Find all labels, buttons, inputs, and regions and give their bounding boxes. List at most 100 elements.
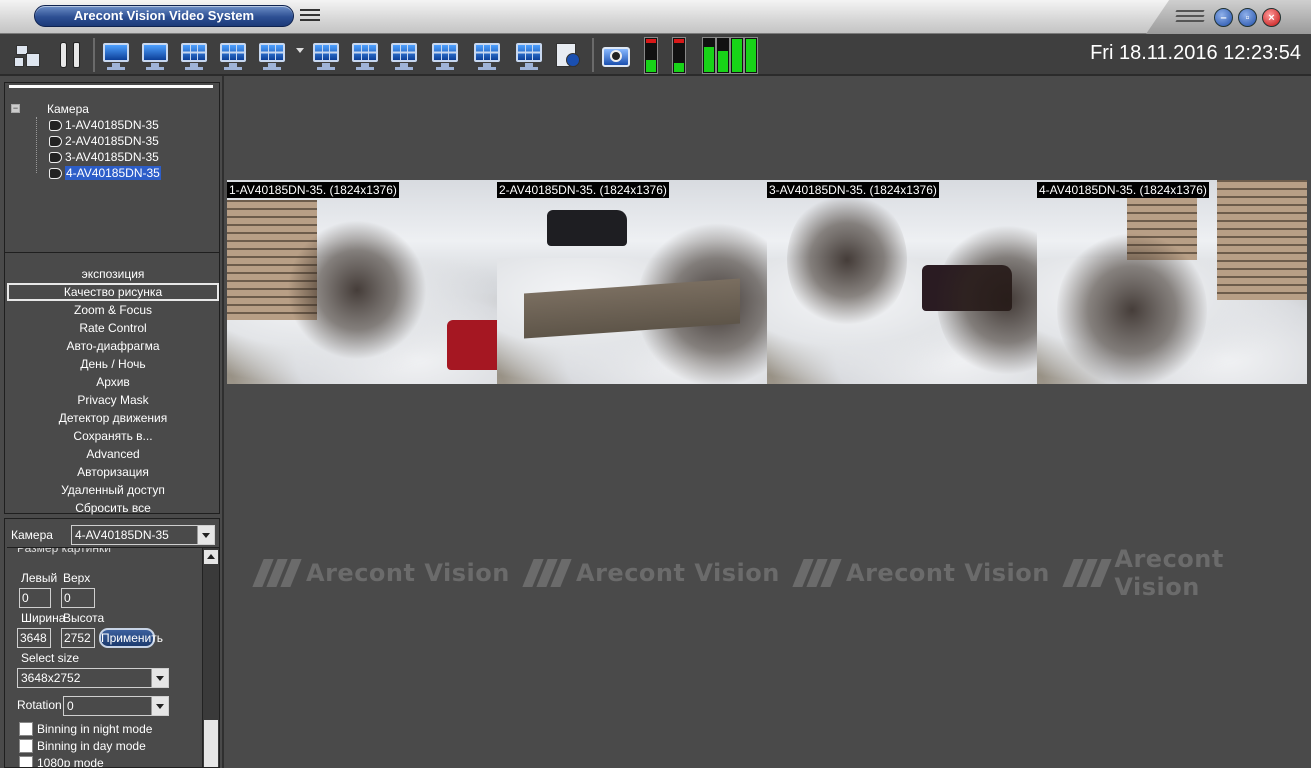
playback-recorder-icon[interactable]: [552, 39, 584, 71]
top-input[interactable]: 0: [61, 588, 95, 608]
layout-sixteen-icon[interactable]: [256, 39, 288, 71]
height-input[interactable]: 2752: [61, 628, 95, 648]
app-window: Arecont Vision Video System – ▫ × Fri 18…: [0, 0, 1311, 768]
camera-view-label: 1-AV40185DN-35. (1824x1376): [227, 182, 399, 198]
layout-panorama-6-icon[interactable]: [513, 39, 545, 71]
vertical-scrollbar[interactable]: [202, 548, 219, 767]
settings-menu-panel: экспозиция Качество рисунка Zoom & Focus Ra…: [4, 252, 220, 517]
camera-select-label: Камера: [11, 528, 53, 542]
camera-view-tile[interactable]: 3-AV40185DN-35. (1824x1376): [767, 180, 1037, 384]
select-size-label: Select size: [21, 651, 80, 665]
menu-item[interactable]: Privacy Mask: [7, 391, 219, 409]
menu-item[interactable]: День / Ночь: [7, 355, 219, 373]
minimize-button[interactable]: –: [1214, 8, 1233, 27]
app-title: Arecont Vision Video System: [34, 5, 294, 27]
menu-item[interactable]: Сбросить все: [7, 499, 219, 517]
checkbox[interactable]: [19, 722, 33, 736]
bar-4: [744, 37, 758, 74]
rotation-select[interactable]: 0: [63, 696, 169, 716]
section-title: Размер картинки: [17, 547, 111, 555]
hamburger-menu-icon[interactable]: [300, 9, 320, 23]
checkbox[interactable]: [19, 756, 33, 767]
menu-item[interactable]: Rate Control: [7, 319, 219, 337]
camera-network-icon[interactable]: [12, 39, 44, 71]
scroll-thumb[interactable]: [204, 720, 218, 767]
menu-item[interactable]: Удаленный доступ: [7, 481, 219, 499]
menu-item[interactable]: Качество рисунка: [7, 283, 219, 301]
settings-menu: экспозиция Качество рисунка Zoom & Focus Ra…: [7, 265, 219, 517]
camera-view-tile[interactable]: 1-AV40185DN-35. (1824x1376): [227, 180, 497, 384]
menu-item[interactable]: Авторизация: [7, 463, 219, 481]
tree-root[interactable]: − Камера: [11, 101, 161, 117]
menu-item[interactable]: экспозиция: [7, 265, 219, 283]
camera-select[interactable]: 4-AV40185DN-35: [71, 525, 215, 545]
snapshot-camera-icon[interactable]: [600, 39, 632, 71]
menu-item[interactable]: Сохранять в...: [7, 427, 219, 445]
checkbox[interactable]: [19, 739, 33, 753]
chevron-down-icon[interactable]: [197, 526, 214, 544]
width-input[interactable]: 3648: [17, 628, 51, 648]
chevron-down-icon[interactable]: [151, 697, 168, 715]
tree-camera-item[interactable]: 3-AV40185DN-35: [11, 149, 161, 165]
datetime-display: Fri 18.11.2016 12:23:54: [1090, 42, 1301, 64]
panel-divider: [9, 85, 213, 88]
scroll-up-icon[interactable]: [204, 550, 218, 564]
net-meter: [672, 37, 686, 74]
layout-panorama-5-icon[interactable]: [471, 39, 503, 71]
layout-single-icon[interactable]: [139, 39, 171, 71]
size-select-value: 3648x2752: [21, 671, 81, 685]
chevron-down-icon[interactable]: [151, 669, 168, 687]
layout-panorama-4-icon[interactable]: [429, 39, 461, 71]
camera-icon: [49, 152, 62, 163]
video-frame: [287, 220, 427, 360]
maximize-button[interactable]: ▫: [1238, 8, 1257, 27]
camera-view-tile[interactable]: 4-AV40185DN-35. (1824x1376): [1037, 180, 1307, 384]
tree-camera-item[interactable]: 4-AV40185DN-35: [11, 165, 161, 181]
layout-fullscreen-icon[interactable]: [100, 39, 132, 71]
toolbar-separator: [93, 38, 95, 72]
tree-camera-item[interactable]: 1-AV40185DN-35: [11, 117, 161, 133]
rotation-select-value: 0: [67, 699, 74, 713]
arecont-logo-icon: [252, 559, 302, 587]
layout-panorama-2-icon[interactable]: [349, 39, 381, 71]
video-area[interactable]: 1-AV40185DN-35. (1824x1376) 2-AV40185DN-3…: [226, 76, 1311, 768]
menu-item[interactable]: Архив: [7, 373, 219, 391]
arecont-logo-watermark: Arecont Vision: [1062, 545, 1311, 601]
meter-fill: [732, 39, 742, 72]
apply-button[interactable]: Применить: [99, 628, 163, 648]
tree-camera-label: 3-AV40185DN-35: [65, 150, 159, 164]
left-label: Левый: [21, 571, 58, 585]
camera-view-tile[interactable]: 2-AV40185DN-35. (1824x1376): [497, 180, 767, 384]
settings-scroll-area[interactable]: Размер картинки Левый Верх 0 0 Ширина Вы…: [7, 547, 219, 767]
menu-item[interactable]: Детектор движения: [7, 409, 219, 427]
width-label: Ширина: [21, 611, 66, 625]
layout-dropdown-icon[interactable]: [296, 48, 304, 53]
collapse-icon[interactable]: −: [11, 104, 20, 113]
arecont-logo-icon: [1062, 559, 1112, 587]
meter-peak: [674, 39, 684, 43]
meter-fill: [704, 47, 714, 72]
video-frame: [787, 190, 907, 330]
panorama-strip[interactable]: 1-AV40185DN-35. (1824x1376) 2-AV40185DN-3…: [227, 180, 1307, 384]
settings-tools-icon[interactable]: [54, 39, 86, 71]
menu-item[interactable]: Zoom & Focus: [7, 301, 219, 319]
layout-quad-icon[interactable]: [178, 39, 210, 71]
layout-nine-icon[interactable]: [217, 39, 249, 71]
menu-item[interactable]: Авто-диафрагма: [7, 337, 219, 355]
meter-fill: [746, 39, 756, 72]
camera-icon: [49, 168, 62, 179]
toolbar: Fri 18.11.2016 12:23:54: [0, 34, 1311, 76]
checkbox-label: 1080p mode: [37, 756, 104, 767]
close-button[interactable]: ×: [1262, 8, 1281, 27]
layout-panorama-3-icon[interactable]: [388, 39, 420, 71]
checkbox-label: Binning in day mode: [37, 739, 146, 753]
menu-item[interactable]: Advanced: [7, 445, 219, 463]
meter-fill: [646, 60, 656, 72]
window-controls: – ▫ ×: [1146, 0, 1311, 34]
tree-camera-item[interactable]: 2-AV40185DN-35: [11, 133, 161, 149]
video-frame: [547, 210, 627, 246]
meter-fill: [718, 51, 728, 72]
left-input[interactable]: 0: [19, 588, 51, 608]
layout-panorama-1-icon[interactable]: [310, 39, 342, 71]
size-select[interactable]: 3648x2752: [17, 668, 169, 688]
